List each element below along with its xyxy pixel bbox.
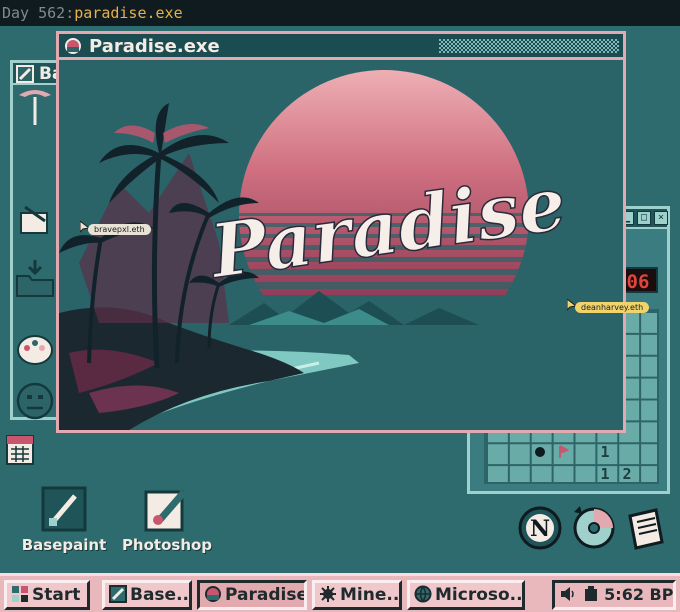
taskbar-item-basepaint[interactable]: Base.. [102, 580, 192, 610]
photoshop-icon [144, 489, 187, 532]
globe-task-icon [414, 585, 432, 603]
cursor-label: bravepxl.eth [88, 224, 151, 235]
app-name: paradise.exe [74, 4, 183, 22]
taskbar-item-label: Mine.. [340, 585, 400, 605]
desktop: Base ▁ □ × 06 1 1 2 [0, 26, 680, 573]
taskbar-item-label: Base.. [130, 585, 189, 605]
paint-bucket-icon[interactable] [15, 201, 55, 241]
taskbar-item-microsoft[interactable]: Microso.. [407, 580, 525, 610]
basepaint-desktop-icon[interactable]: Basepaint [20, 486, 108, 554]
mine-task-icon [320, 586, 336, 602]
basepaint-task-icon [109, 585, 127, 603]
taskbar-item-paradise[interactable]: Paradise [197, 580, 307, 610]
maximize-button[interactable]: □ [637, 211, 651, 225]
download-folder-icon[interactable] [15, 258, 55, 298]
photoshop-label: Photoshop [121, 536, 213, 554]
grid-app-icon[interactable] [6, 435, 34, 465]
paradise-title: Paradise.exe [89, 36, 220, 57]
taskbar: Start Base.. Paradise Mine.. Microso.. 5… [0, 573, 680, 612]
flag-icon [559, 445, 570, 458]
speaker-icon[interactable] [559, 585, 577, 603]
cd-icon[interactable] [570, 504, 616, 550]
start-label: Start [32, 585, 81, 605]
palm-tool-icon[interactable] [15, 85, 55, 125]
close-button[interactable]: × [654, 211, 668, 225]
taskbar-item-label: Paradise [225, 585, 307, 605]
taskbar-item-label: Microso.. [435, 585, 523, 605]
mine-icon [535, 447, 545, 457]
svg-text:N: N [530, 516, 550, 542]
paradise-artwork: Paradise [59, 63, 623, 430]
system-tray: 5:62 BP [552, 580, 676, 610]
face-icon[interactable] [15, 381, 55, 421]
taskbar-item-minesweeper[interactable]: Mine.. [312, 580, 402, 610]
basepaint-icon [41, 486, 87, 532]
paradise-title-bar[interactable]: Paradise.exe [59, 34, 623, 60]
title-bar-dither [439, 39, 619, 53]
day-label: Day 562: [2, 4, 75, 22]
basepaint-label: Basepaint [21, 536, 107, 554]
cell-number[interactable]: 2 [617, 464, 637, 484]
paradise-task-icon [205, 586, 221, 602]
cell-number[interactable]: 1 [595, 464, 615, 484]
start-icon [12, 586, 28, 602]
netscape-icon[interactable]: N [518, 506, 562, 550]
basepaint-app-icon [16, 65, 34, 83]
start-button[interactable]: Start [4, 580, 90, 610]
photoshop-desktop-icon[interactable]: Photoshop [120, 486, 214, 554]
cursor-bravepxl: bravepxl.eth [79, 218, 151, 237]
notepad-icon[interactable] [624, 506, 668, 550]
cell-number[interactable]: 1 [595, 442, 615, 462]
paradise-app-icon [65, 38, 81, 54]
top-header: Day 562:paradise.exe [0, 0, 680, 26]
cursor-deanharvey: deanharvey.eth [566, 296, 650, 315]
battery-icon[interactable] [583, 585, 599, 603]
cursor-label: deanharvey.eth [575, 302, 650, 313]
clock: 5:62 BP [604, 585, 674, 604]
palette-icon[interactable] [15, 328, 55, 368]
